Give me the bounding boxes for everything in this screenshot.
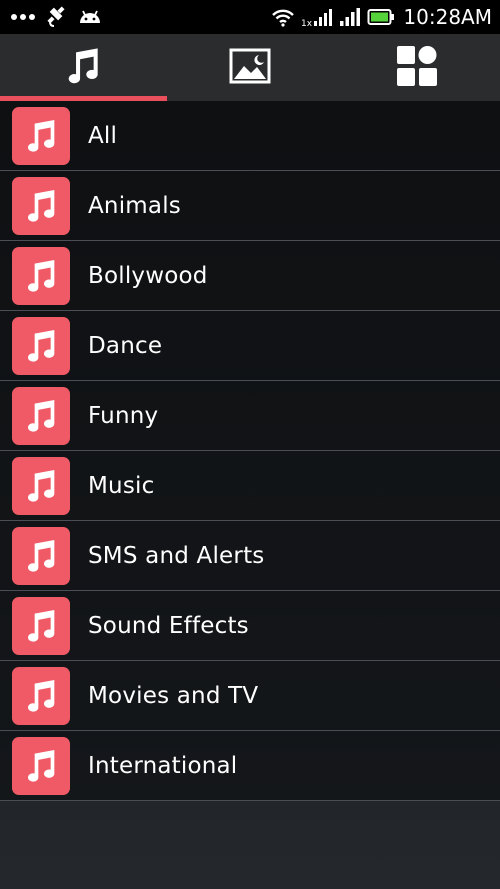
- cell-signal-icon: [339, 7, 361, 27]
- category-label: Bollywood: [88, 262, 208, 289]
- battery-icon: [367, 8, 395, 26]
- overflow-dots-icon: [10, 13, 36, 21]
- music-note-icon: [61, 44, 105, 92]
- music-note-icon: [12, 596, 70, 655]
- category-label: SMS and Alerts: [88, 542, 265, 569]
- list-item[interactable]: Movies and TV: [0, 661, 500, 731]
- category-label: Animals: [88, 192, 181, 219]
- category-label: Dance: [88, 332, 163, 359]
- list-item[interactable]: International: [0, 731, 500, 801]
- music-note-icon: [12, 456, 70, 515]
- image-icon: [229, 48, 271, 88]
- tab-wallpapers[interactable]: [167, 34, 334, 101]
- tab-apps[interactable]: [333, 34, 500, 101]
- category-label: Sound Effects: [88, 612, 249, 639]
- android-icon: [78, 7, 102, 27]
- list-item[interactable]: Sound Effects: [0, 591, 500, 661]
- list-item[interactable]: Animals: [0, 171, 500, 241]
- category-label: International: [88, 752, 238, 779]
- music-note-icon: [12, 246, 70, 305]
- status-bar: 1x 10:28AM: [0, 0, 500, 34]
- music-note-icon: [12, 736, 70, 795]
- music-note-icon: [12, 666, 70, 725]
- category-list: All Animals Bollywood Dance Funny Music …: [0, 101, 500, 801]
- wifi-icon: [271, 7, 295, 27]
- music-note-icon: [12, 106, 70, 165]
- tab-bar: [0, 34, 500, 101]
- music-note-icon: [12, 526, 70, 585]
- apps-grid-icon: [396, 45, 438, 91]
- list-item[interactable]: Bollywood: [0, 241, 500, 311]
- category-label: Music: [88, 472, 155, 499]
- data-signal-icon: 1x: [301, 6, 333, 28]
- list-item[interactable]: All: [0, 101, 500, 171]
- clock: 10:28AM: [403, 5, 492, 29]
- list-item[interactable]: Dance: [0, 311, 500, 381]
- list-item[interactable]: Music: [0, 451, 500, 521]
- music-note-icon: [12, 176, 70, 235]
- list-item[interactable]: SMS and Alerts: [0, 521, 500, 591]
- category-label: Movies and TV: [88, 682, 259, 709]
- satellite-icon: [46, 6, 68, 28]
- music-note-icon: [12, 316, 70, 375]
- category-label: Funny: [88, 402, 159, 429]
- category-label: All: [88, 122, 118, 149]
- tab-ringtones[interactable]: [0, 34, 167, 101]
- network-badge: 1x: [301, 19, 313, 28]
- music-note-icon: [12, 386, 70, 445]
- list-item[interactable]: Funny: [0, 381, 500, 451]
